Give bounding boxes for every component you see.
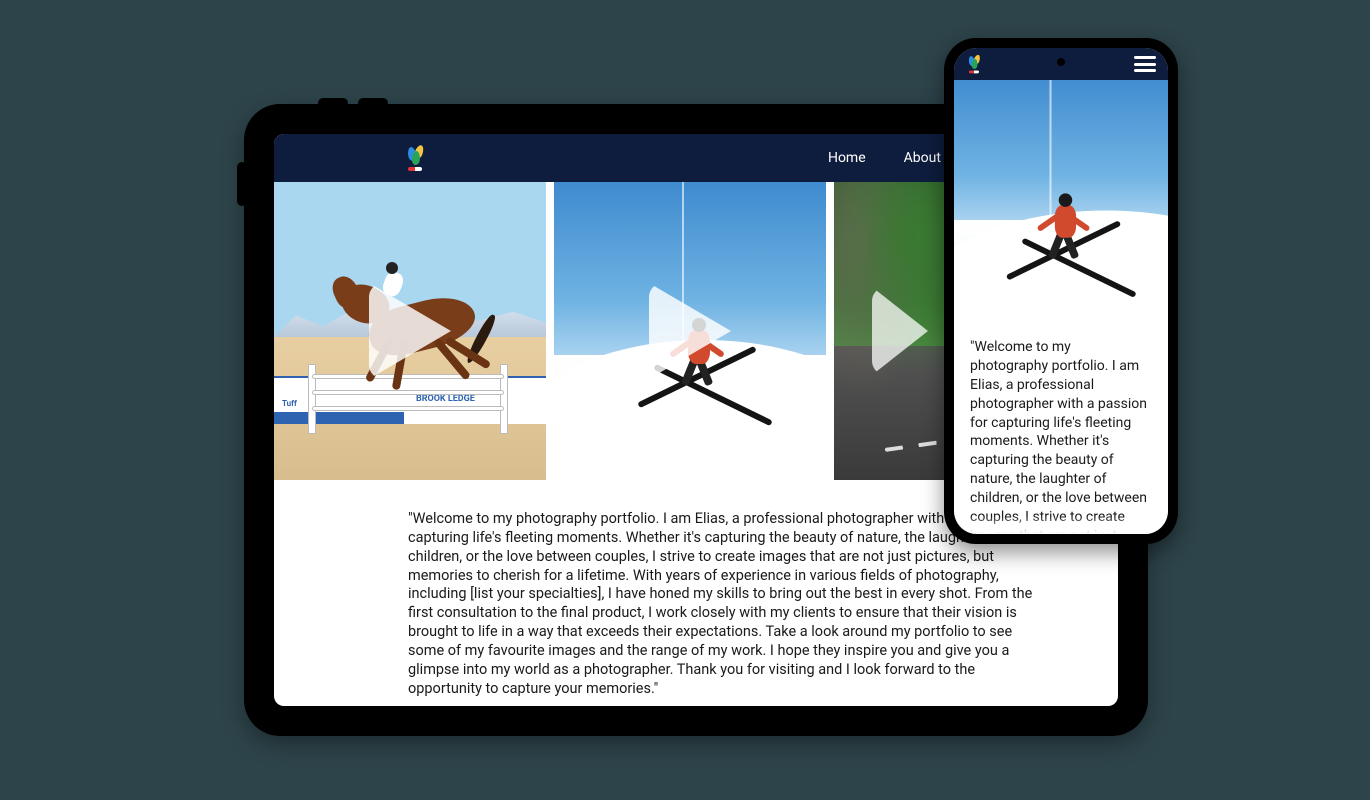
gallery-card-horse: Tuff BROOK LEDGE (274, 182, 546, 480)
play-icon (369, 283, 451, 379)
nav-home[interactable]: Home (828, 150, 866, 166)
phone-body-text: "Welcome to my photography portfolio. I … (954, 320, 1168, 534)
text-fade-overlay (954, 516, 1168, 534)
phone-hero-video (954, 80, 1168, 320)
play-button[interactable] (274, 182, 546, 480)
gallery-card-skier (554, 182, 826, 480)
intro-paragraph: "Welcome to my photography portfolio. I … (970, 338, 1152, 534)
thumbnail-skier (954, 80, 1168, 320)
intro-paragraph: "Welcome to my photography portfolio. I … (408, 510, 1038, 698)
phone-screen: "Welcome to my photography portfolio. I … (954, 48, 1168, 534)
phone-device-frame: "Welcome to my photography portfolio. I … (944, 38, 1178, 544)
brand-logo[interactable] (404, 145, 426, 171)
brand-logo[interactable] (966, 55, 982, 74)
hamburger-menu-icon[interactable] (1134, 56, 1156, 72)
play-icon (872, 287, 928, 375)
phone-camera-dot (1057, 58, 1065, 66)
play-button[interactable] (554, 182, 826, 480)
play-icon (649, 283, 731, 379)
